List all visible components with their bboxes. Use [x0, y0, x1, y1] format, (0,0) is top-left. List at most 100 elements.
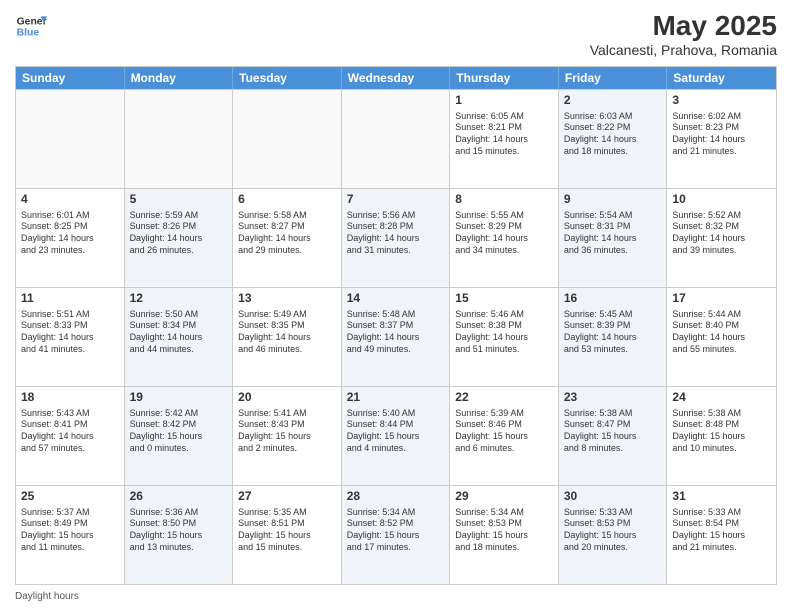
calendar-cell-w3-d3: 21Sunrise: 5:40 AM Sunset: 8:44 PM Dayli… [342, 387, 451, 485]
day-number-w3-d1: 19 [130, 390, 228, 406]
day-info-w4-d2: Sunrise: 5:35 AM Sunset: 8:51 PM Dayligh… [238, 507, 311, 552]
calendar-cell-w0-d2 [233, 90, 342, 188]
calendar-cell-w4-d4: 29 Sunrise: 5:34 AM Sunset: 8:53 PM Dayli… [450, 486, 559, 584]
day-info-w3-d5: Sunrise: 5:38 AM Sunset: 8:47 PM Dayligh… [564, 408, 637, 453]
calendar-cell-w4-d5: 30Sunrise: 5:33 AM Sunset: 8:53 PM Dayli… [559, 486, 668, 584]
day-number-w1-d0: 4 [21, 192, 119, 208]
day-info-w3-d0: Sunrise: 5:43 AM Sunset: 8:41 PM Dayligh… [21, 408, 94, 453]
calendar-cell-w1-d0: 4 Sunrise: 6:01 AM Sunset: 8:25 PM Daylig… [16, 189, 125, 287]
calendar-cell-w2-d0: 11Sunrise: 5:51 AM Sunset: 8:33 PM Dayli… [16, 288, 125, 386]
day-info-w2-d1: Sunrise: 5:50 AM Sunset: 8:34 PM Dayligh… [130, 309, 203, 354]
calendar-cell-w3-d2: 20 Sunrise: 5:41 AM Sunset: 8:43 PM Dayli… [233, 387, 342, 485]
day-number-w3-d0: 18 [21, 390, 119, 406]
calendar-header: Sunday Monday Tuesday Wednesday Thursday… [16, 67, 776, 89]
header-sunday: Sunday [16, 67, 125, 89]
day-number-w3-d2: 20 [238, 390, 336, 406]
day-info-w3-d6: Sunrise: 5:38 AM Sunset: 8:48 PM Dayligh… [672, 408, 745, 453]
calendar-cell-w4-d1: 26 Sunrise: 5:36 AM Sunset: 8:50 PM Dayli… [125, 486, 234, 584]
calendar-cell-w3-d5: 23 Sunrise: 5:38 AM Sunset: 8:47 PM Dayli… [559, 387, 668, 485]
day-number-w3-d4: 22 [455, 390, 553, 406]
day-info-w4-d6: Sunrise: 5:33 AM Sunset: 8:54 PM Dayligh… [672, 507, 745, 552]
day-info-w1-d1: Sunrise: 5:59 AM Sunset: 8:26 PM Dayligh… [130, 210, 203, 255]
day-number-w2-d2: 13 [238, 291, 336, 307]
day-info-w0-d6: Sunrise: 6:02 AM Sunset: 8:23 PM Dayligh… [672, 111, 745, 156]
day-number-w2-d6: 17 [672, 291, 771, 307]
day-number-w3-d3: 21 [347, 390, 445, 406]
day-info-w2-d0: Sunrise: 5:51 AM Sunset: 8:33 PM Dayligh… [21, 309, 94, 354]
calendar-cell-w4-d6: 31 Sunrise: 5:33 AM Sunset: 8:54 PM Dayli… [667, 486, 776, 584]
day-info-w2-d6: Sunrise: 5:44 AM Sunset: 8:40 PM Dayligh… [672, 309, 745, 354]
header-saturday: Saturday [667, 67, 776, 89]
day-number-w3-d5: 23 [564, 390, 662, 406]
calendar-cell-w3-d0: 18 Sunrise: 5:43 AM Sunset: 8:41 PM Dayli… [16, 387, 125, 485]
calendar-row-1: 4 Sunrise: 6:01 AM Sunset: 8:25 PM Daylig… [16, 188, 776, 287]
logo: General Blue [15, 10, 47, 42]
day-number-w2-d1: 12 [130, 291, 228, 307]
logo-icon: General Blue [15, 10, 47, 42]
day-number-w2-d5: 16 [564, 291, 662, 307]
calendar-cell-w2-d5: 16Sunrise: 5:45 AM Sunset: 8:39 PM Dayli… [559, 288, 668, 386]
calendar-row-4: 25 Sunrise: 5:37 AM Sunset: 8:49 PM Dayli… [16, 485, 776, 584]
day-info-w0-d4: Sunrise: 6:05 AM Sunset: 8:21 PM Dayligh… [455, 111, 528, 156]
day-number-w1-d1: 5 [130, 192, 228, 208]
calendar-cell-w0-d1 [125, 90, 234, 188]
header-friday: Friday [559, 67, 668, 89]
calendar-subtitle: Valcanesti, Prahova, Romania [590, 42, 777, 58]
header-monday: Monday [125, 67, 234, 89]
day-number-w4-d2: 27 [238, 489, 336, 505]
day-info-w2-d2: Sunrise: 5:49 AM Sunset: 8:35 PM Dayligh… [238, 309, 311, 354]
calendar-cell-w2-d6: 17 Sunrise: 5:44 AM Sunset: 8:40 PM Dayli… [667, 288, 776, 386]
calendar-cell-w2-d2: 13 Sunrise: 5:49 AM Sunset: 8:35 PM Dayli… [233, 288, 342, 386]
calendar-cell-w4-d2: 27 Sunrise: 5:35 AM Sunset: 8:51 PM Dayli… [233, 486, 342, 584]
calendar-cell-w1-d4: 8Sunrise: 5:55 AM Sunset: 8:29 PM Daylig… [450, 189, 559, 287]
day-number-w2-d3: 14 [347, 291, 445, 307]
day-info-w1-d3: Sunrise: 5:56 AM Sunset: 8:28 PM Dayligh… [347, 210, 420, 255]
day-info-w2-d4: Sunrise: 5:46 AM Sunset: 8:38 PM Dayligh… [455, 309, 528, 354]
header-tuesday: Tuesday [233, 67, 342, 89]
day-info-w0-d5: Sunrise: 6:03 AM Sunset: 8:22 PM Dayligh… [564, 111, 637, 156]
day-info-w3-d4: Sunrise: 5:39 AM Sunset: 8:46 PM Dayligh… [455, 408, 528, 453]
day-info-w1-d5: Sunrise: 5:54 AM Sunset: 8:31 PM Dayligh… [564, 210, 637, 255]
calendar-cell-w0-d4: 1 Sunrise: 6:05 AM Sunset: 8:21 PM Daylig… [450, 90, 559, 188]
day-number-w3-d6: 24 [672, 390, 771, 406]
calendar-row-3: 18 Sunrise: 5:43 AM Sunset: 8:41 PM Dayli… [16, 386, 776, 485]
day-info-w1-d4: Sunrise: 5:55 AM Sunset: 8:29 PM Dayligh… [455, 210, 528, 255]
footer: Daylight hours [15, 591, 777, 602]
calendar-cell-w2-d3: 14 Sunrise: 5:48 AM Sunset: 8:37 PM Dayli… [342, 288, 451, 386]
day-info-w2-d3: Sunrise: 5:48 AM Sunset: 8:37 PM Dayligh… [347, 309, 420, 354]
header-wednesday: Wednesday [342, 67, 451, 89]
day-info-w3-d1: Sunrise: 5:42 AM Sunset: 8:42 PM Dayligh… [130, 408, 203, 453]
day-info-w4-d4: Sunrise: 5:34 AM Sunset: 8:53 PM Dayligh… [455, 507, 528, 552]
page: General Blue May 2025 Valcanesti, Prahov… [0, 0, 792, 612]
day-number-w4-d0: 25 [21, 489, 119, 505]
day-info-w4-d1: Sunrise: 5:36 AM Sunset: 8:50 PM Dayligh… [130, 507, 203, 552]
calendar-cell-w3-d4: 22 Sunrise: 5:39 AM Sunset: 8:46 PM Dayli… [450, 387, 559, 485]
day-number-w1-d6: 10 [672, 192, 771, 208]
day-info-w4-d0: Sunrise: 5:37 AM Sunset: 8:49 PM Dayligh… [21, 507, 94, 552]
calendar-cell-w2-d4: 15 Sunrise: 5:46 AM Sunset: 8:38 PM Dayli… [450, 288, 559, 386]
calendar-body: 1 Sunrise: 6:05 AM Sunset: 8:21 PM Daylig… [16, 89, 776, 584]
calendar-cell-w0-d0 [16, 90, 125, 188]
calendar-cell-w3-d6: 24 Sunrise: 5:38 AM Sunset: 8:48 PM Dayli… [667, 387, 776, 485]
day-number-w2-d4: 15 [455, 291, 553, 307]
svg-text:Blue: Blue [17, 28, 40, 39]
day-number-w4-d4: 29 [455, 489, 553, 505]
day-number-w1-d2: 6 [238, 192, 336, 208]
title-block: May 2025 Valcanesti, Prahova, Romania [590, 10, 777, 58]
calendar-cell-w4-d3: 28Sunrise: 5:34 AM Sunset: 8:52 PM Dayli… [342, 486, 451, 584]
calendar: Sunday Monday Tuesday Wednesday Thursday… [15, 66, 777, 585]
day-number-w4-d6: 31 [672, 489, 771, 505]
day-number-w0-d4: 1 [455, 93, 553, 109]
day-number-w4-d3: 28 [347, 489, 445, 505]
day-number-w4-d5: 30 [564, 489, 662, 505]
calendar-cell-w1-d6: 10 Sunrise: 5:52 AM Sunset: 8:32 PM Dayli… [667, 189, 776, 287]
day-number-w0-d6: 3 [672, 93, 771, 109]
day-info-w1-d6: Sunrise: 5:52 AM Sunset: 8:32 PM Dayligh… [672, 210, 745, 255]
day-info-w3-d2: Sunrise: 5:41 AM Sunset: 8:43 PM Dayligh… [238, 408, 311, 453]
day-number-w4-d1: 26 [130, 489, 228, 505]
calendar-cell-w2-d1: 12 Sunrise: 5:50 AM Sunset: 8:34 PM Dayli… [125, 288, 234, 386]
calendar-cell-w1-d3: 7Sunrise: 5:56 AM Sunset: 8:28 PM Daylig… [342, 189, 451, 287]
footer-text: Daylight hours [15, 591, 79, 602]
calendar-cell-w0-d3 [342, 90, 451, 188]
day-info-w1-d0: Sunrise: 6:01 AM Sunset: 8:25 PM Dayligh… [21, 210, 94, 255]
